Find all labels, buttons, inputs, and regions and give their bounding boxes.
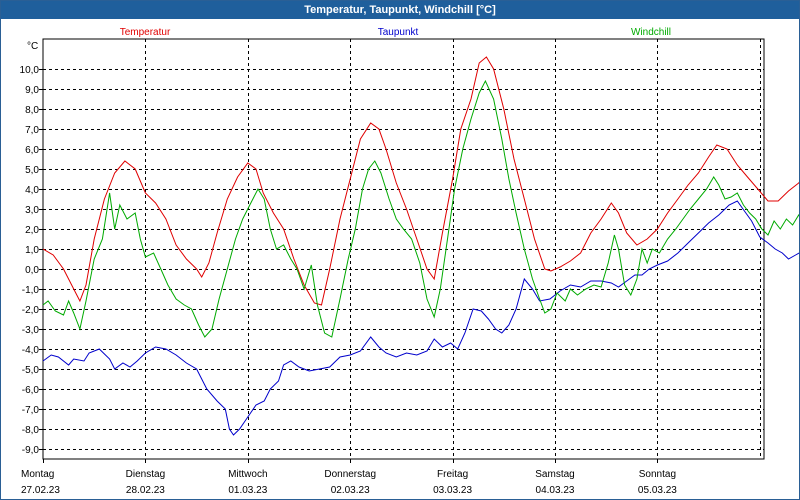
line-chart: -9,0 -8,0 -7,0 -6,0 -5,0 -4,0 -3,0 -2,0 -1,0 0,0 1… [20,27,799,496]
x-tick-label-date: 03.03.23 [433,485,472,496]
x-tick-label-day: Sonntag [639,469,676,480]
y-tick-label: 6,0 [25,145,39,156]
chart-window: Temperatur, Taupunkt, Windchill [°C] -9,… [0,0,800,500]
y-tick-label: -4,0 [22,345,40,356]
y-tick-label: 0,0 [25,265,39,276]
y-tick-label: -8,0 [22,425,40,436]
x-tick-label-day: Freitag [437,469,468,480]
y-tick-label: 8,0 [25,105,39,116]
y-tick-label: -5,0 [22,365,40,376]
y-tick-label: 5,0 [25,165,39,176]
x-tick-label-day: Montag [21,469,54,480]
y-tick-label: -2,0 [22,305,40,316]
x-tick-label-day: Dienstag [126,469,165,480]
y-axis-label: °C [27,41,38,52]
y-tick-label: -1,0 [22,285,40,296]
y-tick-label: 3,0 [25,205,39,216]
legend-label-temperatur: Temperatur [120,27,171,38]
y-tick-label: 9,0 [25,85,39,96]
x-tick-label-day: Mittwoch [228,469,267,480]
x-tick-label-date: 27.02.23 [21,485,60,496]
y-tick-label: -3,0 [22,325,40,336]
y-tick-label: -6,0 [22,385,40,396]
y-tick-label: 4,0 [25,185,39,196]
x-tick-label-date: 04.03.23 [536,485,575,496]
x-tick-label-date: 28.02.23 [126,485,165,496]
y-tick-label: -9,0 [22,445,40,456]
legend-label-windchill: Windchill [631,27,671,38]
y-tick-label: 1,0 [25,245,39,256]
x-tick-label-date: 05.03.23 [638,485,677,496]
y-tick-label: 10,0 [20,65,40,76]
y-tick-label: 7,0 [25,125,39,136]
x-tick-label-date: 01.03.23 [228,485,267,496]
x-tick-label-day: Samstag [535,469,574,480]
x-tick-label-day: Donnerstag [324,469,376,480]
y-tick-label: -7,0 [22,405,40,416]
legend-label-taupunkt: Taupunkt [378,27,419,38]
x-tick-label-date: 02.03.23 [331,485,370,496]
y-tick-label: 2,0 [25,225,39,236]
